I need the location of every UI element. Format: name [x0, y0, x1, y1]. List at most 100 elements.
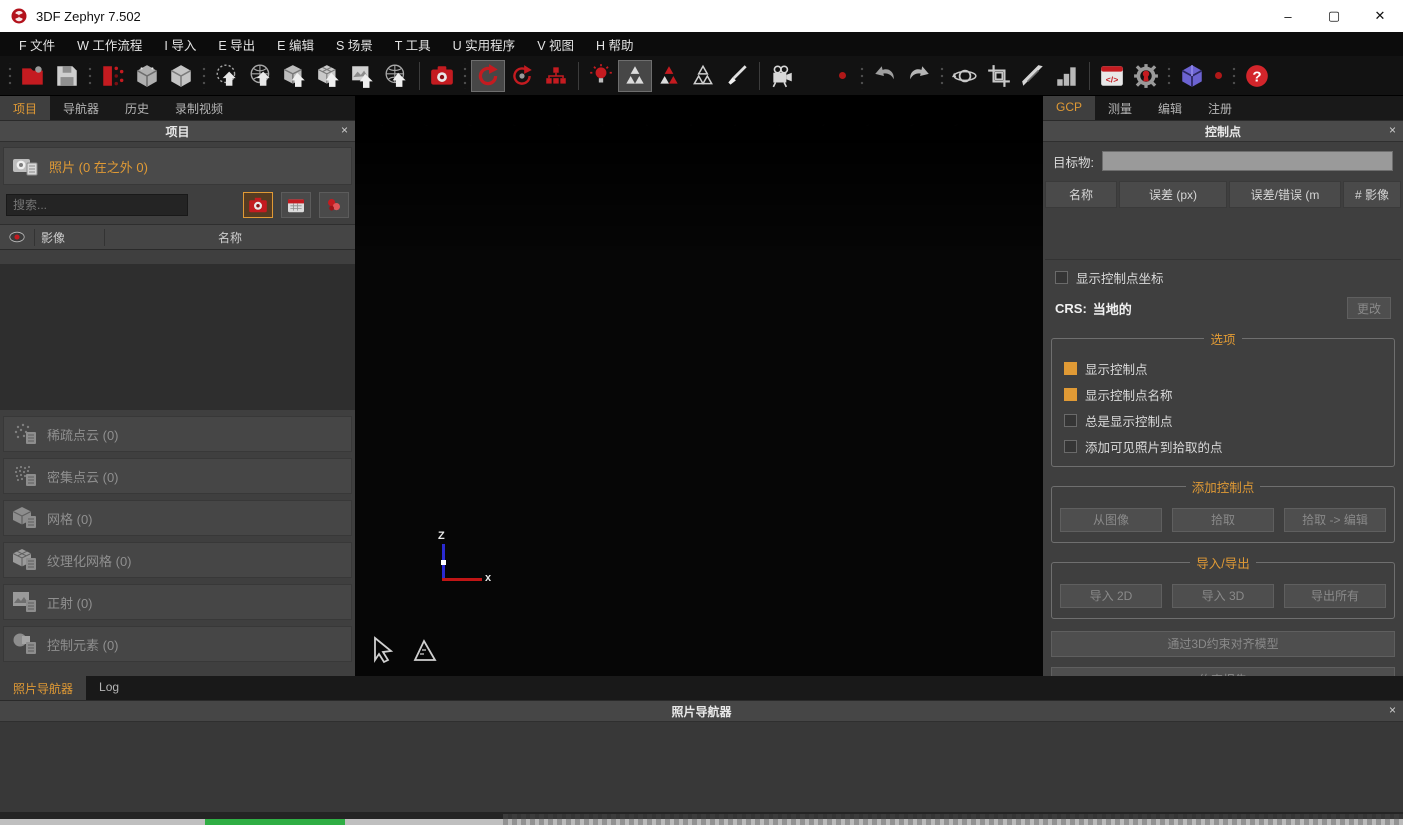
- mesh-solid-view-icon[interactable]: [618, 60, 652, 92]
- rotate-around-point-icon[interactable]: [505, 60, 539, 92]
- control-points-tool-icon[interactable]: [539, 60, 573, 92]
- menu-help[interactable]: H 帮助: [585, 32, 645, 57]
- checkbox-unchecked[interactable]: [1064, 414, 1077, 427]
- select-cursor-icon[interactable]: [369, 636, 399, 664]
- textured-mesh-item[interactable]: 纹理化网格 (0): [3, 542, 352, 578]
- status-dot-icon: [1215, 72, 1222, 79]
- tab-history[interactable]: 历史: [112, 96, 162, 120]
- dense-cloud-item[interactable]: 密集点云 (0): [3, 458, 352, 494]
- sparse-cloud-item[interactable]: 稀疏点云 (0): [3, 416, 352, 452]
- column-error-m[interactable]: 误差/错误 (m: [1229, 181, 1341, 208]
- crop-view-icon[interactable]: [982, 60, 1016, 92]
- help-icon[interactable]: ?: [1240, 60, 1274, 92]
- tab-measure[interactable]: 测量: [1095, 96, 1145, 120]
- export-orthophoto-icon[interactable]: [346, 60, 380, 92]
- tab-project[interactable]: 项目: [0, 96, 50, 120]
- import-2d-button[interactable]: 导入 2D: [1060, 584, 1162, 608]
- checkbox-unchecked[interactable]: [1055, 271, 1068, 284]
- render-viewport[interactable]: Z x: [355, 96, 1043, 676]
- options-legend: 选项: [1204, 329, 1241, 348]
- tab-registration[interactable]: 注册: [1195, 96, 1245, 120]
- export-panorama-icon[interactable]: [244, 60, 278, 92]
- photos-item[interactable]: 照片 (0 在之外 0): [3, 147, 352, 185]
- mesh-generation-icon[interactable]: [164, 60, 198, 92]
- pick-button[interactable]: 拾取: [1172, 508, 1274, 532]
- show-cp-names-row[interactable]: 显示控制点名称: [1064, 385, 1382, 404]
- orbit-camera-icon[interactable]: [948, 60, 982, 92]
- tab-navigator[interactable]: 导航器: [50, 96, 112, 120]
- target-input[interactable]: [1102, 151, 1393, 171]
- orthophoto-item[interactable]: 正射 (0): [3, 584, 352, 620]
- toolbar-separator: [461, 63, 469, 89]
- search-input[interactable]: [6, 194, 188, 216]
- export-dense-cloud-icon[interactable]: [278, 60, 312, 92]
- menu-view[interactable]: V 视图: [526, 32, 585, 57]
- mesh-wireframe-view-icon[interactable]: [686, 60, 720, 92]
- save-project-icon[interactable]: [50, 60, 84, 92]
- export-all-button[interactable]: 导出所有: [1284, 584, 1386, 608]
- tab-log[interactable]: Log: [86, 676, 132, 700]
- export-sparse-cloud-icon[interactable]: [210, 60, 244, 92]
- add-visible-photos-row[interactable]: 添加可见照片到拾取的点: [1064, 437, 1382, 456]
- filter-cameras-button[interactable]: [243, 192, 273, 218]
- crs-change-button[interactable]: 更改: [1347, 297, 1391, 319]
- menu-import[interactable]: I 导入: [153, 32, 207, 57]
- tab-gcp[interactable]: GCP: [1043, 96, 1095, 120]
- mesh-item[interactable]: 网格 (0): [3, 500, 352, 536]
- settings-gear-icon[interactable]: [1129, 60, 1163, 92]
- from-images-button[interactable]: 从图像: [1060, 508, 1162, 532]
- pick-edit-button[interactable]: 拾取 -> 编辑: [1284, 508, 1386, 532]
- measure-triangle-icon[interactable]: [411, 636, 441, 664]
- show-control-points-row[interactable]: 显示控制点: [1064, 359, 1382, 378]
- filter-date-button[interactable]: [281, 192, 311, 218]
- export-mesh-icon[interactable]: [312, 60, 346, 92]
- column-num-images[interactable]: # 影像: [1343, 181, 1401, 208]
- levels-tool-icon[interactable]: [1050, 60, 1084, 92]
- close-button[interactable]: ✕: [1357, 0, 1403, 32]
- export-globe-icon[interactable]: [380, 60, 414, 92]
- always-show-cp-row[interactable]: 总是显示控制点: [1064, 411, 1382, 430]
- menu-export[interactable]: E 导出: [207, 32, 266, 57]
- import-3d-button[interactable]: 导入 3D: [1172, 584, 1274, 608]
- menu-workflow[interactable]: W 工作流程: [66, 32, 153, 57]
- close-panel-icon[interactable]: ×: [1389, 703, 1396, 717]
- align-model-button[interactable]: 通过3D约束对齐模型: [1051, 631, 1395, 657]
- column-name[interactable]: 名称: [1045, 181, 1117, 208]
- open-project-icon[interactable]: [16, 60, 50, 92]
- menu-utilities[interactable]: U 实用程序: [442, 32, 527, 57]
- tab-editing[interactable]: 编辑: [1145, 96, 1195, 120]
- tab-record-video[interactable]: 录制视频: [162, 96, 236, 120]
- redo-icon[interactable]: [902, 60, 936, 92]
- checkbox-unchecked[interactable]: [1064, 440, 1077, 453]
- tab-photo-navigator[interactable]: 照片导航器: [0, 676, 86, 700]
- menu-file[interactable]: F 文件: [8, 32, 66, 57]
- menu-edit[interactable]: E 编辑: [266, 32, 325, 57]
- lighting-icon[interactable]: [584, 60, 618, 92]
- show-coordinates-checkbox-row[interactable]: 显示控制点坐标: [1055, 268, 1391, 287]
- column-images[interactable]: 影像: [34, 229, 104, 246]
- unity-export-icon[interactable]: [1175, 60, 1209, 92]
- checkbox-checked[interactable]: [1064, 362, 1077, 375]
- menu-tools[interactable]: T 工具: [384, 32, 442, 57]
- cameras-orientation-icon[interactable]: [96, 60, 130, 92]
- column-error-px[interactable]: 误差 (px): [1119, 181, 1227, 208]
- checkbox-checked[interactable]: [1064, 388, 1077, 401]
- column-name[interactable]: 名称: [104, 229, 355, 246]
- close-panel-icon[interactable]: ×: [1389, 123, 1396, 137]
- undo-icon[interactable]: [868, 60, 902, 92]
- scripting-console-icon[interactable]: </>: [1095, 60, 1129, 92]
- sparse-point-cloud-icon[interactable]: [130, 60, 164, 92]
- close-panel-icon[interactable]: ×: [341, 123, 348, 137]
- maximize-button[interactable]: ▢: [1311, 0, 1357, 32]
- import-photos-icon[interactable]: [425, 60, 459, 92]
- record-animation-icon[interactable]: [765, 60, 799, 92]
- measure-tool-icon[interactable]: [1016, 60, 1050, 92]
- paint-tool-icon[interactable]: [720, 60, 754, 92]
- minimize-button[interactable]: –: [1265, 0, 1311, 32]
- visibility-eye-icon[interactable]: [0, 231, 34, 243]
- control-elements-item[interactable]: 控制元素 (0): [3, 626, 352, 662]
- filter-groups-button[interactable]: [319, 192, 349, 218]
- rotate-tool-icon[interactable]: [471, 60, 505, 92]
- mesh-textured-view-icon[interactable]: [652, 60, 686, 92]
- menu-scene[interactable]: S 场景: [325, 32, 384, 57]
